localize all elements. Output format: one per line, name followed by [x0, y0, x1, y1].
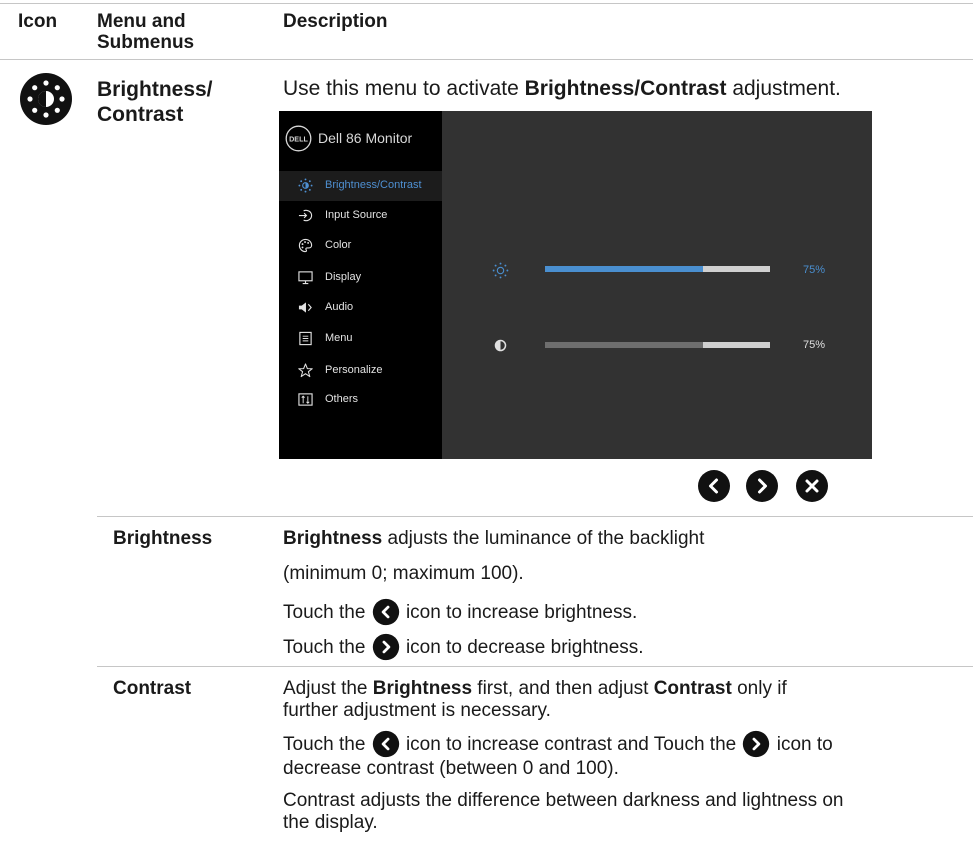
close-icon[interactable]	[795, 469, 829, 503]
intro-suffix: adjustment.	[726, 77, 841, 100]
brightness-desc-line4: Touch the icon to decrease brightness.	[283, 633, 943, 668]
osd-item-display[interactable]: Display	[279, 263, 442, 293]
osd-item-label: Color	[325, 239, 352, 251]
intro-bold: Brightness/Contrast	[524, 77, 727, 100]
chevron-left-icon	[372, 730, 399, 758]
header-description: Description	[283, 11, 388, 32]
contrast-p2-line2: decrease contrast (between 0 and 100).	[283, 758, 619, 779]
chevron-right-icon[interactable]	[745, 469, 779, 503]
header-rule	[0, 59, 973, 60]
osd-model-name: Dell 86 Monitor	[318, 130, 413, 146]
contrast-slider[interactable]	[545, 342, 770, 348]
p2-b: icon to increase contrast and Touch the	[400, 734, 742, 755]
osd-panel: DELL Dell 86 Monitor Brightness/Contrast…	[279, 111, 872, 459]
others-icon	[298, 393, 313, 406]
intro-prefix: Use this menu to activate	[283, 77, 525, 100]
brightness-slider-fill	[545, 266, 703, 272]
brightness-desc-rest: adjusts the luminance of the backlight	[382, 528, 705, 549]
brightness-value: 75%	[803, 264, 826, 276]
intro-text: Use this menu to activate Brightness/Con…	[283, 77, 841, 101]
contrast-description: Adjust the Brightness first, and then ad…	[283, 678, 943, 834]
chevron-right-icon	[743, 730, 770, 758]
line4-pre: Touch the	[283, 637, 371, 658]
input-source-icon	[298, 209, 313, 222]
speaker-icon	[298, 302, 312, 313]
osd-item-color[interactable]: Color	[279, 231, 442, 261]
menu-list-icon	[299, 331, 312, 346]
contrast-slider-fill	[545, 342, 703, 348]
chevron-left-icon[interactable]	[697, 469, 731, 503]
osd-item-label: Input Source	[325, 209, 388, 221]
osd-item-personalize[interactable]: Personalize	[279, 356, 442, 386]
contrast-p1-line1: Adjust the Brightness first, and then ad…	[283, 678, 943, 700]
brightness-slider[interactable]	[545, 266, 770, 272]
contrast-p3-line1: Contrast adjusts the difference between …	[283, 790, 844, 811]
brightness-desc-line1: Brightness adjusts the luminance of the …	[283, 528, 943, 563]
osd-item-label: Menu	[325, 332, 353, 344]
star-icon	[298, 363, 313, 378]
submenu-contrast-name: Contrast	[113, 678, 192, 699]
brightness-icon	[298, 178, 313, 193]
chevron-left-icon	[372, 598, 399, 626]
osd-item-label: Personalize	[325, 364, 383, 376]
osd-item-input-source[interactable]: Input Source	[279, 201, 442, 231]
dell-logo: DELL	[285, 125, 312, 152]
contrast-value: 75%	[803, 339, 826, 351]
display-monitor-icon	[298, 271, 313, 285]
p2-a: Touch the	[283, 734, 371, 755]
osd-item-brightness-contrast[interactable]: Brightness/Contrast	[279, 171, 442, 201]
contrast-p3-line2: the display.	[283, 812, 378, 833]
contrast-section-rule	[97, 666, 973, 667]
dell-logo-text: DELL	[289, 134, 308, 143]
brightness-description: Brightness adjusts the luminance of the …	[283, 528, 943, 668]
contrast-p1-line2: further adjustment is necessary.	[283, 700, 551, 721]
osd-item-audio[interactable]: Audio	[279, 293, 442, 323]
p1-d: Contrast	[653, 678, 732, 699]
chevron-right-icon	[372, 633, 399, 661]
brightness-icon	[20, 73, 72, 125]
line3-post: icon to increase brightness.	[400, 602, 638, 623]
osd-item-menu[interactable]: Menu	[279, 324, 442, 354]
osd-item-others[interactable]: Others	[279, 385, 442, 415]
table-top-rule	[0, 3, 973, 4]
p1-e: only if	[731, 678, 787, 699]
color-palette-icon	[298, 238, 313, 253]
brightness-desc-line3: Touch the icon to increase brightness.	[283, 598, 943, 633]
header-menu-line2: Submenus	[97, 32, 195, 53]
osd-item-label: Audio	[325, 301, 354, 313]
osd-item-label: Display	[325, 271, 362, 283]
p1-c: first, and then adjust	[472, 678, 654, 699]
brightness-desc-bold: Brightness	[283, 528, 383, 549]
osd-sidebar: DELL Dell 86 Monitor Brightness/Contrast…	[279, 111, 442, 459]
p2-c: icon to	[771, 734, 833, 755]
p1-b: Brightness	[372, 678, 473, 699]
osd-item-label: Others	[325, 393, 359, 405]
menu-name-line2: Contrast	[97, 103, 184, 126]
line3-pre: Touch the	[283, 602, 371, 623]
header-menu-line1: Menu and	[97, 11, 186, 32]
submenu-brightness-name: Brightness	[113, 528, 213, 549]
brightness-slider-icon	[492, 262, 509, 279]
contrast-p2-line1: Touch the icon to increase contrast and …	[283, 730, 943, 758]
p1-a: Adjust the	[283, 678, 373, 699]
line4-post: icon to decrease brightness.	[400, 637, 644, 658]
brightness-desc-line2: (minimum 0; maximum 100).	[283, 563, 524, 584]
osd-item-label: Brightness/Contrast	[325, 179, 422, 191]
header-icon: Icon	[18, 11, 58, 32]
menu-name-line1: Brightness/	[97, 78, 213, 101]
brightness-section-rule	[97, 516, 973, 517]
contrast-icon	[494, 339, 507, 352]
menu-name-brightness-contrast: Brightness/ Contrast	[97, 77, 213, 127]
